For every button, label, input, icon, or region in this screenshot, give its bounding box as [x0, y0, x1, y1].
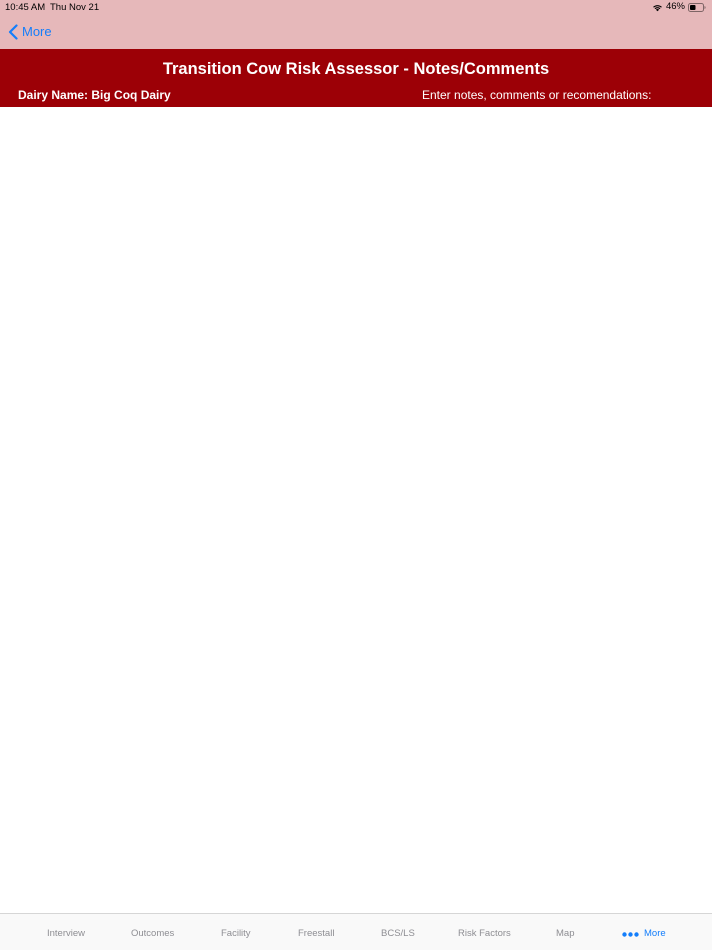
tab-bcs-ls[interactable]: BCS/LS	[381, 928, 415, 940]
chevron-left-icon	[8, 24, 18, 40]
tab-facility[interactable]: Facility	[221, 928, 251, 940]
tab-map[interactable]: Map	[556, 928, 574, 940]
tab-freestall[interactable]: Freestall	[298, 928, 334, 940]
tab-more-label: More	[644, 928, 666, 939]
battery-icon	[688, 2, 706, 12]
status-date: Thu Nov 21	[50, 2, 100, 13]
navigation-bar: More	[0, 16, 712, 48]
back-button[interactable]: More	[8, 23, 52, 41]
notes-text-area[interactable]	[0, 107, 712, 913]
status-time: 10:45 AM	[5, 2, 46, 13]
tab-bar: Interview Outcomes Facility Freestall BC…	[0, 913, 712, 950]
page-title: Transition Cow Risk Assessor - Notes/Com…	[162, 60, 550, 78]
header-band: Transition Cow Risk Assessor - Notes/Com…	[0, 49, 712, 107]
tab-risk-factors[interactable]: Risk Factors	[458, 928, 511, 940]
status-indicators: 46%	[652, 1, 706, 13]
battery-percent: 46%	[665, 1, 685, 12]
status-bar: 10:45 AM Thu Nov 21 46%	[0, 0, 712, 14]
tab-interview[interactable]: Interview	[47, 928, 85, 940]
back-button-label: More	[22, 24, 52, 39]
tab-outcomes[interactable]: Outcomes	[131, 928, 174, 940]
notes-comments-screen: 10:45 AM Thu Nov 21 46% More Transition …	[0, 0, 712, 950]
wifi-icon	[653, 4, 662, 11]
notes-prompt-label: Enter notes, comments or recomendations:	[422, 88, 652, 102]
top-bar: 10:45 AM Thu Nov 21 46% More	[0, 0, 712, 49]
more-dots-icon	[622, 931, 639, 937]
tab-more[interactable]: More	[622, 928, 666, 940]
dairy-name-label: Dairy Name: Big Coq Dairy	[18, 88, 171, 102]
